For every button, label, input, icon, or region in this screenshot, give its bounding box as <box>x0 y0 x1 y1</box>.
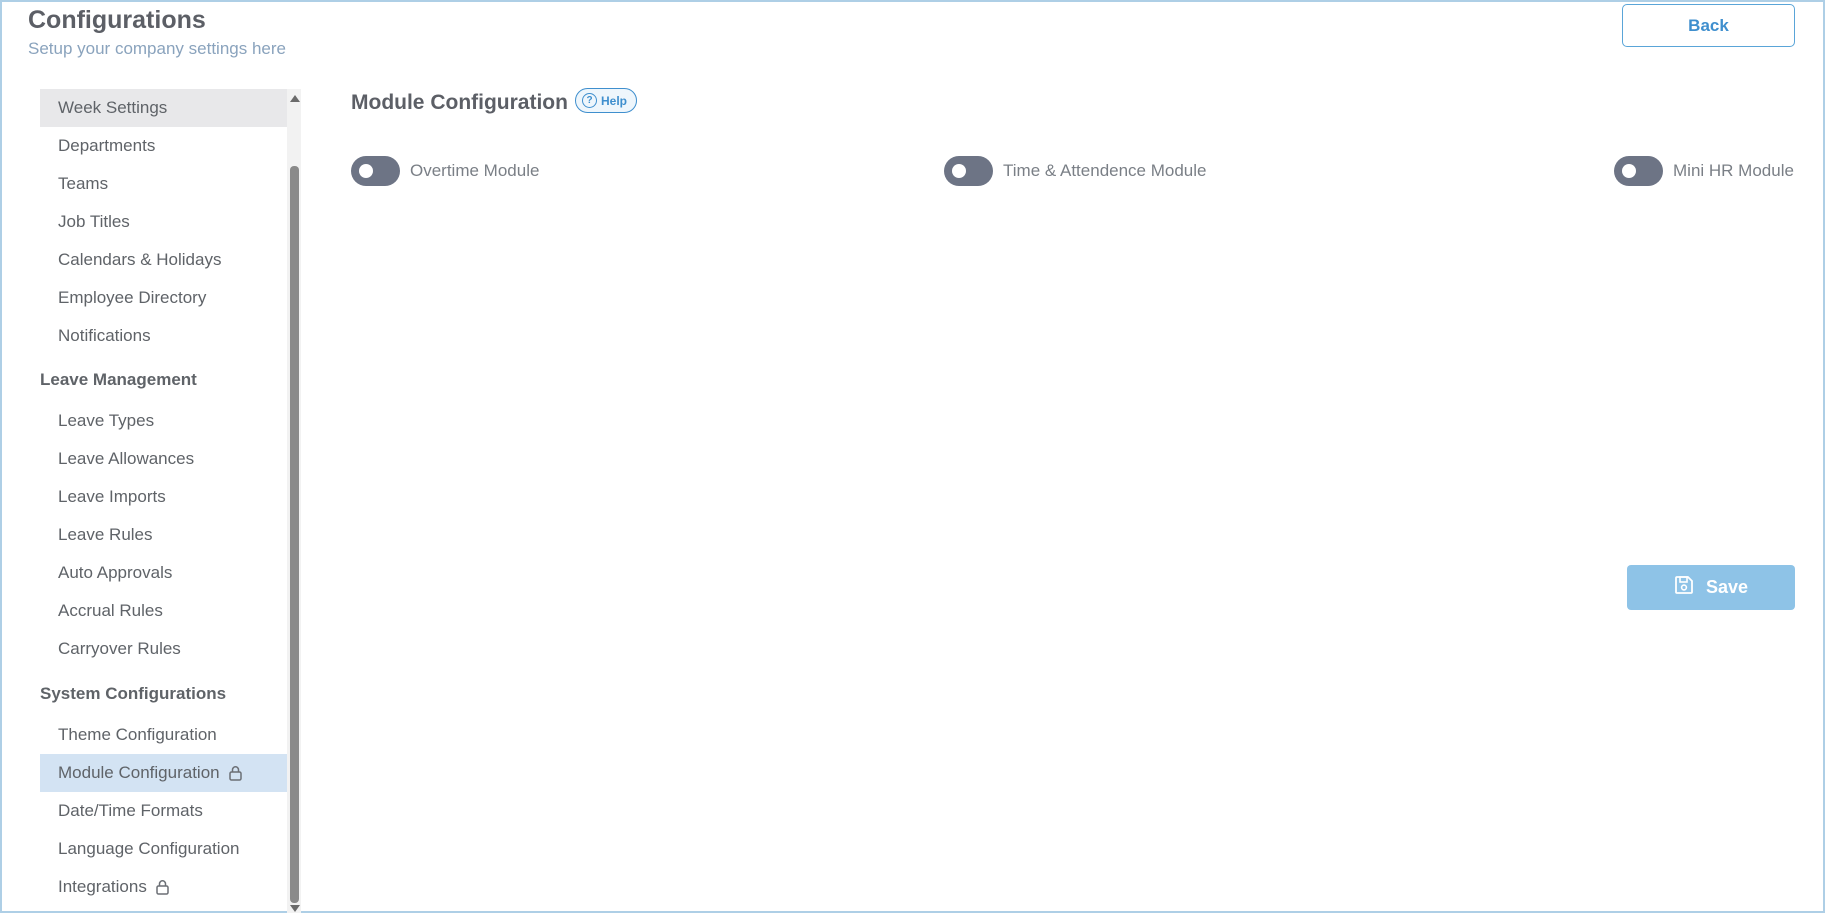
mini-hr-module-toggle[interactable] <box>1614 156 1663 186</box>
sidebar-item-label: Week Settings <box>58 98 168 117</box>
sidebar-item-label: Theme Configuration <box>58 725 217 744</box>
sidebar-item-theme-configuration[interactable]: Theme Configuration <box>40 716 287 754</box>
sidebar-item-leave-types[interactable]: Leave Types <box>40 402 287 440</box>
floppy-disk-icon <box>1674 575 1694 600</box>
sidebar-item-employee-directory[interactable]: Employee Directory <box>40 279 287 317</box>
help-button[interactable]: ? Help <box>575 88 638 113</box>
back-button[interactable]: Back <box>1622 4 1795 47</box>
sidebar-item-notifications[interactable]: Notifications <box>40 317 287 355</box>
sidebar-item-label: Leave Allowances <box>58 449 195 468</box>
toggle-knob <box>952 164 966 178</box>
sidebar-scrollbar[interactable] <box>287 89 301 913</box>
time-attendance-module-toggle[interactable] <box>944 156 993 186</box>
save-button[interactable]: Save <box>1627 565 1795 610</box>
scroll-down-arrow-icon[interactable] <box>290 905 300 912</box>
sidebar-item-integrations[interactable]: Integrations <box>40 868 287 906</box>
sidebar-item-departments[interactable]: Departments <box>40 127 287 165</box>
sidebar-item-label: Accrual Rules <box>58 601 163 620</box>
sidebar-item-label: Leave Rules <box>58 525 153 544</box>
sidebar-item-label: Auto Approvals <box>58 563 173 582</box>
module-label: Overtime Module <box>410 161 540 180</box>
sidebar-item-label: Notifications <box>58 326 151 345</box>
sidebar-item-label: Teams <box>58 174 109 193</box>
sidebar-item-label: Carryover Rules <box>58 639 181 658</box>
sidebar-item-date-time-formats[interactable]: Date/Time Formats <box>40 792 287 830</box>
sidebar-item-leave-rules[interactable]: Leave Rules <box>40 516 287 554</box>
scroll-up-arrow-icon[interactable] <box>290 95 300 102</box>
sidebar-item-label: Integrations <box>58 877 147 896</box>
sidebar-item-language-configuration[interactable]: Language Configuration <box>40 830 287 868</box>
sidebar-item-label: Date/Time Formats <box>58 801 203 820</box>
sidebar-item-teams[interactable]: Teams <box>40 165 287 203</box>
page-title: Configurations <box>28 6 206 34</box>
scrollbar-thumb[interactable] <box>290 166 299 903</box>
module-label: Mini HR Module <box>1673 161 1794 180</box>
lock-icon <box>228 765 243 781</box>
toggle-knob <box>359 164 373 178</box>
sidebar-item-label: Leave Types <box>58 411 155 430</box>
sidebar-item-auto-approvals[interactable]: Auto Approvals <box>40 554 287 592</box>
settings-sidebar: Week Settings Departments Teams Job Titl… <box>40 89 287 913</box>
question-circle-icon: ? <box>582 93 597 108</box>
sidebar-section-leave-management: Leave Management <box>40 370 197 389</box>
sidebar-item-label: Leave Imports <box>58 487 166 506</box>
help-label: Help <box>601 93 628 108</box>
sidebar-item-calendars-holidays[interactable]: Calendars & Holidays <box>40 241 287 279</box>
sidebar-item-leave-imports[interactable]: Leave Imports <box>40 478 287 516</box>
sidebar-item-label: Module Configuration <box>58 763 220 782</box>
module-overtime: Overtime Module <box>351 156 539 186</box>
page-subtitle: Setup your company settings here <box>28 39 286 58</box>
save-label: Save <box>1705 577 1749 597</box>
module-time-attendance: Time & Attendence Module <box>944 156 1207 186</box>
module-label: Time & Attendence Module <box>1003 161 1207 180</box>
overtime-module-toggle[interactable] <box>351 156 400 186</box>
module-mini-hr: Mini HR Module <box>1614 156 1794 186</box>
sidebar-item-accrual-rules[interactable]: Accrual Rules <box>40 592 287 630</box>
sidebar-item-carryover-rules[interactable]: Carryover Rules <box>40 630 287 668</box>
section-title: Module Configuration <box>351 91 568 114</box>
sidebar-item-job-titles[interactable]: Job Titles <box>40 203 287 241</box>
sidebar-item-week-settings[interactable]: Week Settings <box>40 89 287 127</box>
sidebar-item-leave-allowances[interactable]: Leave Allowances <box>40 440 287 478</box>
sidebar-item-label: Departments <box>58 136 156 155</box>
sidebar-item-label: Job Titles <box>58 212 130 231</box>
lock-icon <box>155 879 170 895</box>
sidebar-item-module-configuration[interactable]: Module Configuration <box>40 754 287 792</box>
sidebar-section-system-configurations: System Configurations <box>40 684 227 703</box>
sidebar-item-label: Language Configuration <box>58 839 240 858</box>
sidebar-item-label: Calendars & Holidays <box>58 250 222 269</box>
toggle-knob <box>1622 164 1636 178</box>
sidebar-item-label: Employee Directory <box>58 288 207 307</box>
